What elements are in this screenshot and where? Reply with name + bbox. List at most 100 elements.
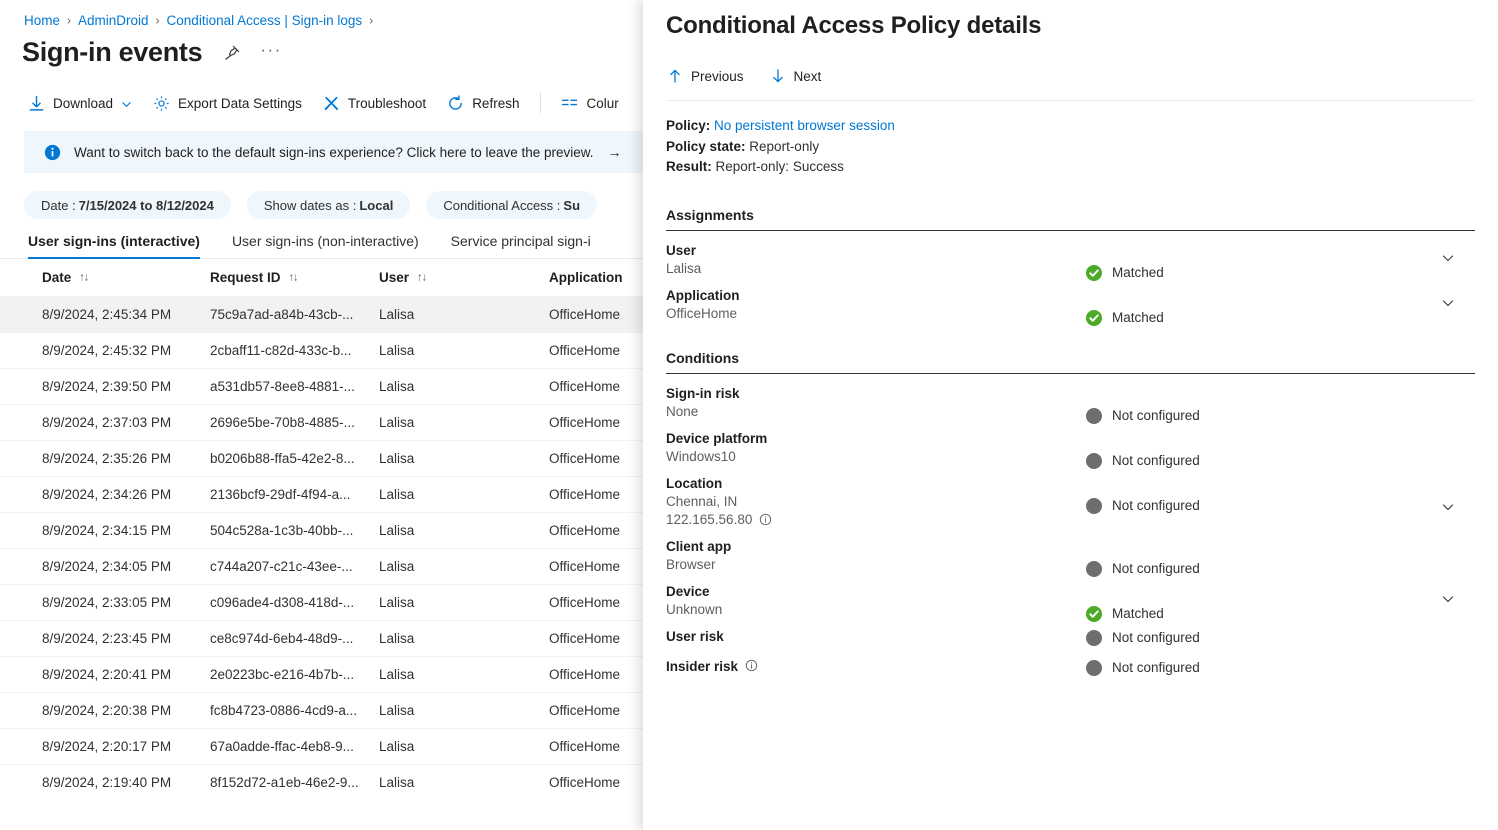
- arrow-right-icon: →: [608, 144, 622, 160]
- command-bar: Download Export Data Settings: [0, 87, 644, 119]
- more-options-icon[interactable]: ···: [260, 45, 281, 55]
- breadcrumb: Home › AdminDroid › Conditional Access |…: [0, 0, 644, 28]
- status-badge: Not configured: [1086, 660, 1200, 676]
- table-row[interactable]: 8/9/2024, 2:45:32 PM2cbaff11-c82d-433c-b…: [0, 332, 644, 368]
- table-row[interactable]: 8/9/2024, 2:35:26 PMb0206b88-ffa5-42e2-8…: [0, 440, 644, 476]
- table-row[interactable]: 8/9/2024, 2:20:41 PM2e0223bc-e216-4b7b-.…: [0, 656, 644, 692]
- cell-application: OfficeHome: [549, 343, 644, 358]
- column-header-application[interactable]: Application: [549, 270, 644, 285]
- assignment-row[interactable]: ApplicationOfficeHomeMatched: [666, 276, 1475, 321]
- columns-label: Colur: [586, 96, 618, 111]
- breadcrumb-item-conditional-access[interactable]: Conditional Access | Sign-in logs: [167, 13, 363, 28]
- cell-user: Lalisa: [379, 703, 549, 718]
- sort-icon[interactable]: ↑↓: [289, 271, 298, 283]
- filter-chip-show-dates-as-label: Show dates as :: [264, 198, 357, 213]
- cell-application: OfficeHome: [549, 739, 644, 754]
- condition-row[interactable]: LocationChennai, IN122.165.56.80Not conf…: [666, 464, 1475, 527]
- result-label: Result:: [666, 159, 712, 174]
- info-icon: [44, 144, 61, 161]
- cell-date: 8/9/2024, 2:23:45 PM: [42, 631, 210, 646]
- info-icon[interactable]: [759, 513, 772, 526]
- columns-button[interactable]: Colur: [561, 87, 618, 119]
- cell-application: OfficeHome: [549, 379, 644, 394]
- assignment-name: Application: [666, 288, 1475, 303]
- preview-banner-text: Want to switch back to the default sign-…: [74, 145, 594, 160]
- refresh-button[interactable]: Refresh: [447, 87, 519, 119]
- tab-user-signins-non-interactive[interactable]: User sign-ins (non-interactive): [232, 233, 419, 258]
- policy-state-row: Policy state: Report-only: [666, 137, 1498, 158]
- sort-icon[interactable]: ↑↓: [417, 271, 426, 283]
- chevron-down-icon[interactable]: [1441, 592, 1455, 606]
- table-row[interactable]: 8/9/2024, 2:33:05 PMc096ade4-d308-418d-.…: [0, 584, 644, 620]
- table-row[interactable]: 8/9/2024, 2:20:38 PMfc8b4723-0886-4cd9-a…: [0, 692, 644, 728]
- cell-application: OfficeHome: [549, 595, 644, 610]
- gear-icon: [153, 95, 170, 112]
- filter-chip-conditional-access[interactable]: Conditional Access : Su: [426, 191, 597, 219]
- cell-application: OfficeHome: [549, 523, 644, 538]
- cell-date: 8/9/2024, 2:34:15 PM: [42, 523, 210, 538]
- condition-row: Device platformWindows10Not configured: [666, 419, 1475, 464]
- table-row[interactable]: 8/9/2024, 2:34:15 PM504c528a-1c3b-40bb-.…: [0, 512, 644, 548]
- cell-request-id: 67a0adde-ffac-4eb8-9...: [210, 739, 379, 754]
- filter-chip-show-dates-as[interactable]: Show dates as : Local: [247, 191, 410, 219]
- breadcrumb-item-home[interactable]: Home: [24, 13, 60, 28]
- troubleshoot-button[interactable]: Troubleshoot: [323, 87, 426, 119]
- table-row[interactable]: 8/9/2024, 2:23:45 PMce8c974d-6eb4-48d9-.…: [0, 620, 644, 656]
- condition-row: Client appBrowserNot configured: [666, 527, 1475, 572]
- assignment-row[interactable]: UserLalisaMatched: [666, 231, 1475, 276]
- policy-state-label: Policy state:: [666, 139, 746, 154]
- cell-request-id: 2cbaff11-c82d-433c-b...: [210, 343, 379, 358]
- policy-label: Policy:: [666, 118, 710, 133]
- tab-service-principal-signins[interactable]: Service principal sign-i: [451, 233, 591, 258]
- export-data-settings-button[interactable]: Export Data Settings: [153, 87, 302, 119]
- chevron-down-icon: [121, 98, 132, 109]
- cell-date: 8/9/2024, 2:20:17 PM: [42, 739, 210, 754]
- pin-icon[interactable]: [223, 44, 241, 62]
- info-icon[interactable]: [745, 659, 758, 672]
- chevron-down-icon[interactable]: [1441, 251, 1455, 265]
- cell-date: 8/9/2024, 2:20:41 PM: [42, 667, 210, 682]
- ip-address-text: 122.165.56.80: [666, 512, 752, 527]
- cell-user: Lalisa: [379, 307, 549, 322]
- conditions-list: Sign-in riskNoneNot configuredDevice pla…: [643, 374, 1498, 677]
- breadcrumb-item-admindroid[interactable]: AdminDroid: [78, 13, 149, 28]
- condition-name: Device platform: [666, 431, 1475, 446]
- cell-date: 8/9/2024, 2:20:38 PM: [42, 703, 210, 718]
- condition-row[interactable]: DeviceUnknownMatched: [666, 572, 1475, 617]
- cell-user: Lalisa: [379, 451, 549, 466]
- table-row[interactable]: 8/9/2024, 2:45:34 PM75c9a7ad-a84b-43cb-.…: [0, 296, 644, 332]
- column-header-request-id-label: Request ID: [210, 270, 281, 285]
- download-label: Download: [53, 96, 113, 111]
- condition-name: Client app: [666, 539, 1475, 554]
- screenshot-root: Home › AdminDroid › Conditional Access |…: [0, 0, 1498, 830]
- cell-user: Lalisa: [379, 775, 549, 790]
- table-row[interactable]: 8/9/2024, 2:37:03 PM2696e5be-70b8-4885-.…: [0, 404, 644, 440]
- cell-user: Lalisa: [379, 415, 549, 430]
- table-row[interactable]: 8/9/2024, 2:34:05 PMc744a207-c21c-43ee-.…: [0, 548, 644, 584]
- table-row[interactable]: 8/9/2024, 2:34:26 PM2136bcf9-29df-4f94-a…: [0, 476, 644, 512]
- tab-user-signins-interactive[interactable]: User sign-ins (interactive): [28, 233, 200, 258]
- column-header-request-id[interactable]: Request ID ↑↓: [210, 270, 379, 285]
- table-row[interactable]: 8/9/2024, 2:39:50 PMa531db57-8ee8-4881-.…: [0, 368, 644, 404]
- filter-chip-conditional-access-value: Su: [563, 198, 580, 213]
- table-row[interactable]: 8/9/2024, 2:20:17 PM67a0adde-ffac-4eb8-9…: [0, 728, 644, 764]
- preview-info-banner[interactable]: Want to switch back to the default sign-…: [24, 131, 644, 173]
- refresh-label: Refresh: [472, 96, 519, 111]
- table-row[interactable]: 8/9/2024, 2:19:40 PM8f152d72-a1eb-46e2-9…: [0, 764, 644, 800]
- table-header-row: Date ↑↓ Request ID ↑↓ User ↑↓ Applicatio…: [0, 259, 644, 296]
- sort-icon[interactable]: ↑↓: [79, 271, 88, 283]
- chevron-down-icon[interactable]: [1441, 296, 1455, 310]
- previous-button[interactable]: Previous: [667, 68, 744, 84]
- cell-request-id: c096ade4-d308-418d-...: [210, 595, 379, 610]
- next-button[interactable]: Next: [770, 68, 822, 84]
- policy-link[interactable]: No persistent browser session: [714, 118, 895, 133]
- sign-in-events-blade: Home › AdminDroid › Conditional Access |…: [0, 0, 644, 830]
- column-header-date[interactable]: Date ↑↓: [42, 270, 210, 285]
- download-button[interactable]: Download: [28, 87, 132, 119]
- filter-chip-date[interactable]: Date : 7/15/2024 to 8/12/2024: [24, 191, 231, 219]
- chevron-down-icon[interactable]: [1441, 500, 1455, 514]
- cell-request-id: ce8c974d-6eb4-48d9-...: [210, 631, 379, 646]
- cell-user: Lalisa: [379, 379, 549, 394]
- column-header-user[interactable]: User ↑↓: [379, 270, 549, 285]
- cell-date: 8/9/2024, 2:34:05 PM: [42, 559, 210, 574]
